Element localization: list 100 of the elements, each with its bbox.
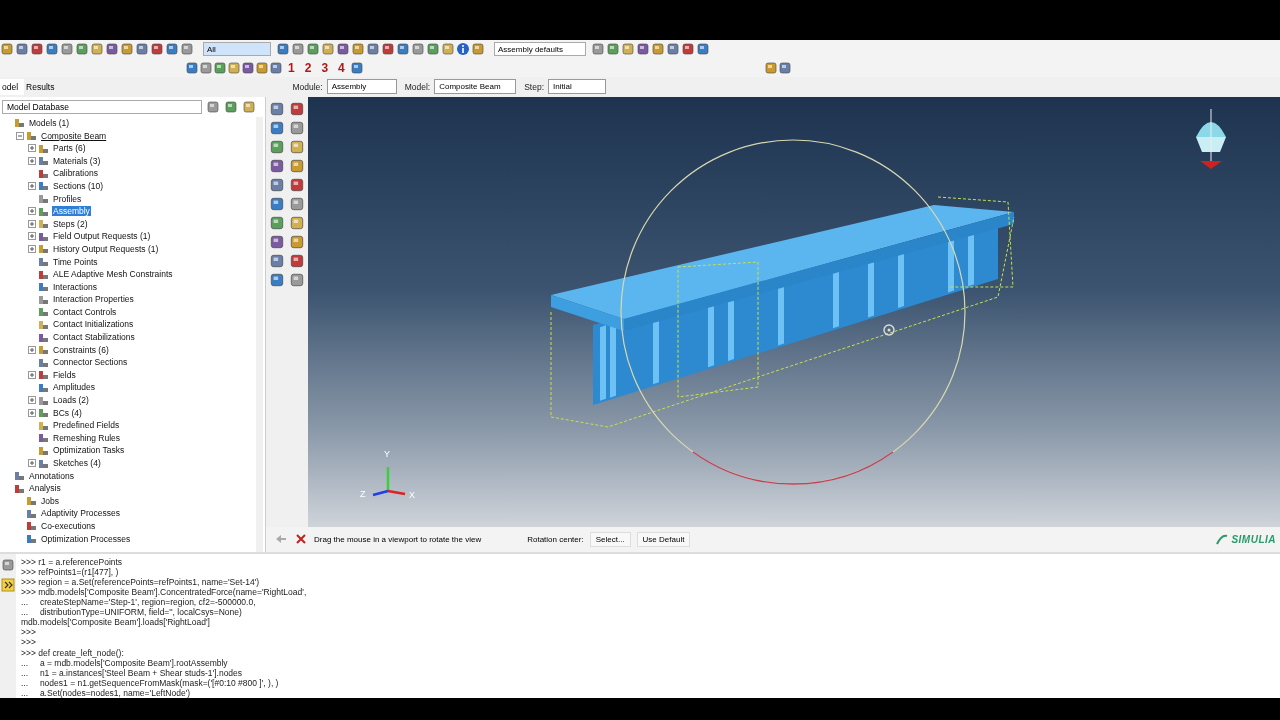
tree-item[interactable]: Interaction Properties bbox=[52, 294, 135, 305]
tree-item[interactable]: ALE Adaptive Mesh Constraints bbox=[52, 269, 174, 280]
tree-item[interactable]: Fields bbox=[52, 369, 77, 380]
tool-icon[interactable] bbox=[269, 138, 285, 155]
tool-icon[interactable] bbox=[45, 42, 59, 56]
expand-toggle[interactable] bbox=[28, 345, 36, 354]
tool-icon[interactable] bbox=[276, 42, 290, 56]
tool-icon[interactable] bbox=[606, 42, 620, 56]
tree-source-select[interactable]: Model Database bbox=[2, 99, 202, 114]
tool-icon[interactable] bbox=[411, 42, 425, 56]
tree-item[interactable]: Sketches (4) bbox=[52, 458, 102, 468]
tool-icon[interactable] bbox=[289, 252, 305, 269]
tool-icon[interactable] bbox=[90, 42, 104, 56]
tool-icon[interactable] bbox=[150, 42, 164, 56]
tool-icon[interactable] bbox=[681, 42, 695, 56]
tool-icon[interactable] bbox=[289, 176, 305, 193]
tool-icon[interactable] bbox=[636, 42, 650, 56]
tree-item[interactable]: Profiles bbox=[52, 193, 83, 204]
tool-icon[interactable] bbox=[242, 99, 256, 114]
tool-icon[interactable] bbox=[777, 60, 792, 75]
tree-item[interactable]: Constraints (6) bbox=[52, 344, 110, 355]
view-cube-icon[interactable] bbox=[1196, 108, 1226, 169]
tree-item[interactable]: Field Output Requests (1) bbox=[52, 231, 152, 242]
prompt-button[interactable]: Select... bbox=[589, 531, 631, 547]
tool-icon[interactable] bbox=[60, 42, 74, 56]
tool-icon[interactable] bbox=[349, 60, 364, 75]
expand-toggle[interactable] bbox=[28, 370, 36, 379]
tool-icon[interactable] bbox=[696, 42, 710, 56]
tree-item[interactable]: Analysis bbox=[28, 483, 62, 494]
tool-icon[interactable] bbox=[199, 60, 213, 75]
saved-view-button[interactable]: 2 bbox=[304, 60, 312, 75]
tree-item[interactable]: Contact Initializations bbox=[52, 319, 135, 330]
saved-view-button[interactable]: 4 bbox=[338, 60, 345, 75]
tool-icon[interactable] bbox=[269, 100, 285, 117]
panel-tab[interactable]: odel bbox=[0, 78, 25, 95]
tree-item[interactable]: Assembly bbox=[52, 206, 91, 217]
tool-icon[interactable] bbox=[289, 214, 305, 231]
expand-toggle[interactable] bbox=[28, 156, 36, 165]
tree-item[interactable]: Materials (3) bbox=[52, 155, 102, 166]
tool-icon[interactable] bbox=[289, 271, 305, 288]
info-icon[interactable] bbox=[456, 42, 470, 56]
tool-icon[interactable] bbox=[321, 42, 335, 56]
tool-icon[interactable] bbox=[396, 42, 410, 56]
context-select[interactable]: Initial bbox=[548, 79, 607, 95]
tree-item[interactable]: Amplitudes bbox=[52, 382, 97, 393]
tree-item[interactable]: Contact Stabilizations bbox=[52, 332, 136, 343]
tree-item[interactable]: Models (1) bbox=[28, 118, 71, 128]
tree-item[interactable]: Loads (2) bbox=[52, 395, 90, 406]
tool-icon[interactable] bbox=[105, 42, 119, 56]
tool-icon[interactable] bbox=[289, 157, 305, 174]
tree-item[interactable]: Adaptivity Processes bbox=[40, 508, 121, 519]
tree-item[interactable]: Jobs bbox=[40, 495, 60, 506]
context-select[interactable]: Assembly bbox=[326, 79, 397, 95]
tree-item[interactable]: Composite Beam bbox=[40, 130, 108, 141]
tree-item[interactable]: Interactions bbox=[52, 281, 98, 292]
tool-icon[interactable] bbox=[651, 42, 665, 56]
tool-icon[interactable] bbox=[763, 60, 778, 75]
tree-item[interactable]: Calibrations bbox=[52, 168, 99, 179]
tool-icon[interactable] bbox=[351, 42, 365, 56]
expand-toggle[interactable] bbox=[28, 408, 36, 417]
tool-icon[interactable] bbox=[289, 119, 305, 136]
tool-icon[interactable] bbox=[165, 42, 179, 56]
tool-icon[interactable] bbox=[591, 42, 605, 56]
tool-icon[interactable] bbox=[269, 271, 285, 288]
tree-item[interactable]: Time Points bbox=[52, 256, 99, 267]
tool-icon[interactable] bbox=[269, 157, 285, 174]
expand-toggle[interactable] bbox=[28, 181, 36, 190]
python-prompt-icon[interactable] bbox=[1, 577, 15, 592]
tool-icon[interactable] bbox=[269, 60, 283, 75]
tool-icon[interactable] bbox=[180, 42, 194, 56]
tool-icon[interactable] bbox=[306, 42, 320, 56]
expand-toggle[interactable] bbox=[28, 232, 36, 241]
tool-icon[interactable] bbox=[227, 60, 241, 75]
tree-item[interactable]: Parts (6) bbox=[52, 143, 87, 154]
tool-icon[interactable] bbox=[381, 42, 395, 56]
render-style-select[interactable]: Assembly defaults bbox=[494, 42, 586, 56]
tree-item[interactable]: Steps (2) bbox=[52, 218, 89, 229]
tool-icon[interactable] bbox=[269, 252, 285, 269]
tool-icon[interactable] bbox=[289, 233, 305, 250]
tool-icon[interactable] bbox=[135, 42, 149, 56]
tool-icon[interactable] bbox=[120, 42, 134, 56]
tool-icon[interactable] bbox=[241, 60, 255, 75]
tree-item[interactable]: Annotations bbox=[28, 470, 75, 481]
tool-icon[interactable] bbox=[621, 42, 635, 56]
expand-toggle[interactable] bbox=[28, 144, 36, 153]
tool-icon[interactable] bbox=[269, 214, 285, 231]
tool-icon[interactable] bbox=[289, 195, 305, 212]
tool-icon[interactable] bbox=[0, 42, 14, 56]
tool-icon[interactable] bbox=[441, 42, 455, 56]
tool-icon[interactable] bbox=[206, 99, 220, 114]
selection-filter[interactable]: All bbox=[203, 42, 271, 56]
tool-icon[interactable] bbox=[289, 100, 305, 117]
tool-icon[interactable] bbox=[471, 42, 485, 56]
tool-icon[interactable] bbox=[213, 60, 227, 75]
tree-item[interactable]: Co-executions bbox=[40, 521, 97, 531]
tool-icon[interactable] bbox=[666, 42, 680, 56]
tree-item[interactable]: Connector Sections bbox=[52, 357, 129, 368]
tool-icon[interactable] bbox=[291, 42, 305, 56]
panel-tab[interactable]: Results bbox=[24, 78, 61, 95]
tree-item[interactable]: BCs (4) bbox=[52, 407, 83, 418]
